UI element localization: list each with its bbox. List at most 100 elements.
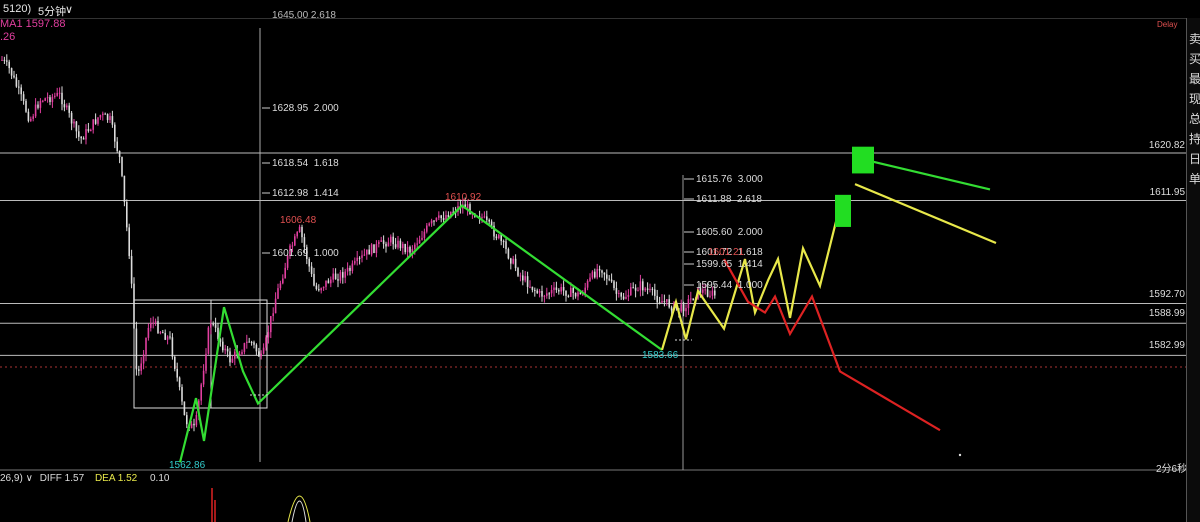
candle-body <box>399 240 402 249</box>
candle-body <box>668 299 670 308</box>
timeframe-selector[interactable]: 5分钟 <box>38 3 66 19</box>
wave-projection-line <box>854 156 991 191</box>
panel-tab-hold[interactable]: 持 <box>1189 130 1200 147</box>
candle-body <box>414 244 416 250</box>
candle-body <box>584 287 586 294</box>
panel-tab-total[interactable]: 总 <box>1189 110 1200 127</box>
candle-body <box>315 285 318 290</box>
candle-body <box>66 105 68 108</box>
candle-body <box>262 347 265 354</box>
candle-body <box>63 104 66 108</box>
candle-body <box>397 240 399 248</box>
candle-body <box>375 244 378 253</box>
panel-tab-single[interactable]: 单 <box>1189 170 1200 187</box>
price-chart[interactable] <box>0 0 1200 522</box>
candle-body <box>214 324 217 328</box>
candle-body <box>181 387 183 402</box>
candle-body <box>39 100 42 108</box>
candle-body <box>270 316 272 333</box>
candle-body <box>356 257 358 262</box>
panel-tab-sell[interactable]: 卖 <box>1189 30 1200 47</box>
candle-body <box>87 129 90 132</box>
candle-body <box>550 290 553 294</box>
price-level-label: 1620.82 <box>1147 140 1186 151</box>
candle-body <box>524 276 526 281</box>
candle-body <box>394 244 397 248</box>
candle-body <box>690 298 692 300</box>
candle-body <box>1 59 3 61</box>
candle-body <box>423 231 426 238</box>
candle-body <box>253 342 255 345</box>
candle-body <box>10 68 13 76</box>
candle-body <box>680 304 682 312</box>
candle-body <box>606 274 608 279</box>
candle-body <box>622 296 625 299</box>
candle-body <box>517 268 519 276</box>
candle-body <box>68 105 70 113</box>
candle-body <box>54 95 56 97</box>
candle-body <box>404 243 406 253</box>
candle-body <box>246 341 248 344</box>
period-code: 5120) <box>3 3 32 15</box>
candle-body <box>711 290 714 296</box>
candle-body <box>80 136 82 139</box>
candle-body <box>565 290 567 296</box>
candle-body <box>627 294 630 297</box>
candle-body <box>618 292 620 294</box>
candle-body <box>558 289 560 292</box>
candle-body <box>591 271 594 278</box>
candle-body <box>195 415 198 426</box>
wave-projection-line <box>178 204 663 463</box>
macd-legend: 26,9) ∨ DIFF 1.57 DEA 1.52 0.10 <box>0 473 169 484</box>
candle-body <box>157 321 159 333</box>
candle-body <box>418 239 421 244</box>
macd-params: 26,9) <box>0 473 23 484</box>
panel-tab-latest[interactable]: 最 <box>1189 70 1200 87</box>
candle-body <box>392 236 394 245</box>
candle-body <box>128 227 130 257</box>
candle-body <box>85 129 87 140</box>
candle-body <box>670 307 673 311</box>
candle-body <box>541 291 543 297</box>
panel-tab-buy[interactable]: 买 <box>1189 50 1200 67</box>
candle-body <box>435 217 438 221</box>
candle-body <box>130 256 133 284</box>
candle-body <box>318 289 320 291</box>
candle-body <box>363 254 366 256</box>
candle-body <box>639 281 642 291</box>
candle-body <box>682 304 685 312</box>
candle-body <box>505 241 507 250</box>
candle-body <box>553 287 555 291</box>
candle-body <box>152 322 154 324</box>
candle-body <box>92 119 94 130</box>
candle-body <box>402 243 404 249</box>
candle-body <box>514 258 517 269</box>
candle-body <box>507 249 510 259</box>
candle-body <box>58 92 61 94</box>
candle-body <box>562 287 565 291</box>
fib-level-label: 1612.98 1.414 <box>272 188 339 199</box>
wave-projection-line <box>854 183 997 245</box>
candle-body <box>440 215 442 219</box>
candle-body <box>166 336 169 340</box>
candle-body <box>366 249 368 255</box>
panel-tab-day[interactable]: 日 <box>1189 150 1200 167</box>
macd-value: 0.10 <box>149 473 170 484</box>
chevron-down-icon[interactable]: ∨ <box>26 473 33 484</box>
chevron-down-icon[interactable]: ∨ <box>65 3 73 16</box>
candle-body <box>320 288 322 291</box>
candle-body <box>243 343 246 352</box>
candle-body <box>229 351 231 363</box>
candle-body <box>61 92 63 105</box>
fib-level-label: 1601.69 1.000 <box>272 248 339 259</box>
candle-body <box>267 332 270 338</box>
candlestick-series <box>1 54 716 432</box>
candle-body <box>133 283 135 329</box>
candle-body <box>138 369 140 371</box>
candle-body <box>121 156 123 176</box>
candle-body <box>6 60 8 62</box>
candle-body <box>224 348 226 351</box>
panel-tab-current[interactable]: 现 <box>1189 90 1200 107</box>
candle-body <box>226 348 229 352</box>
macd-dea: DEA 1.52 <box>94 473 138 484</box>
